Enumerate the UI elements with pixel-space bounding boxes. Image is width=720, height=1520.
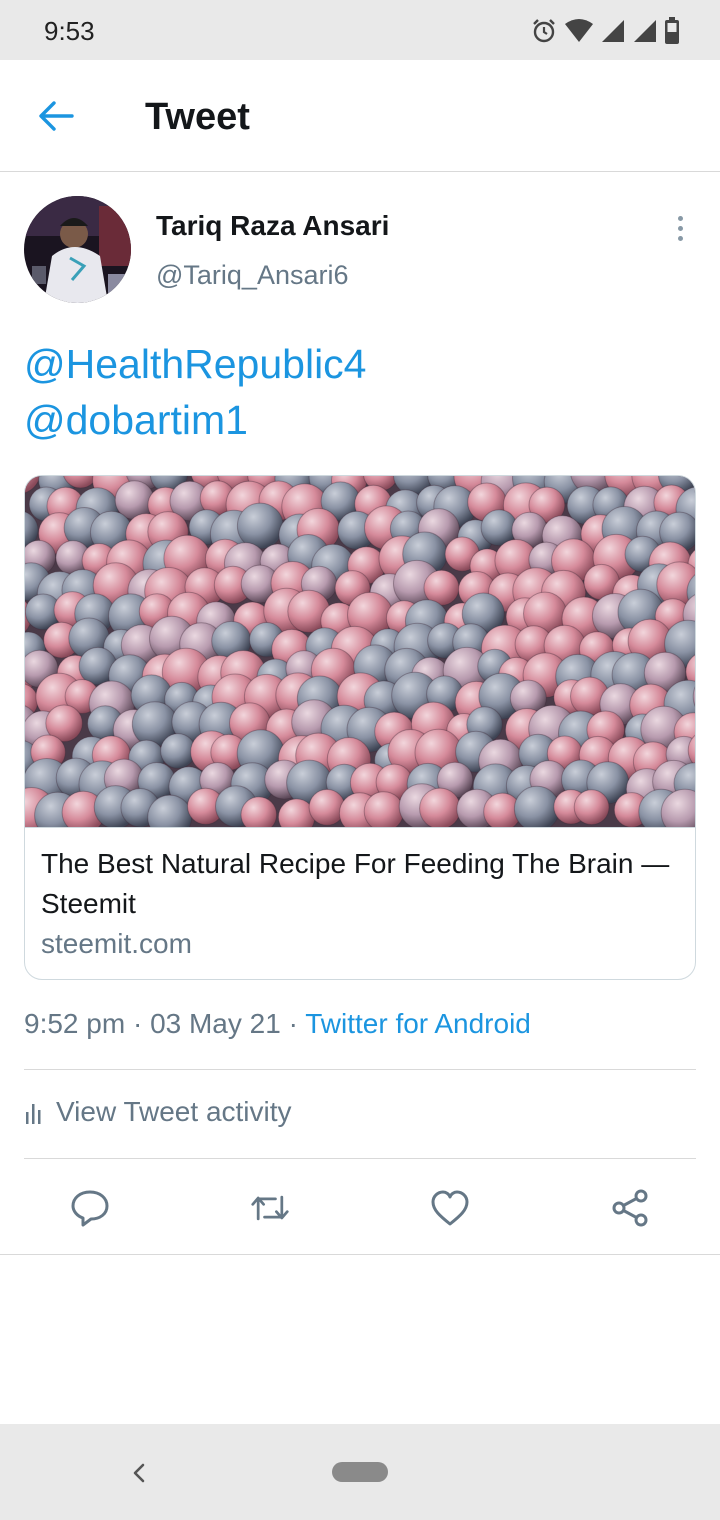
share-button[interactable] — [610, 1188, 650, 1228]
activity-label: View Tweet activity — [56, 1096, 292, 1127]
status-time: 9:53 — [44, 16, 95, 46]
app-header: Tweet — [0, 60, 720, 172]
more-vertical-icon — [677, 215, 683, 241]
card-domain: steemit.com — [41, 928, 192, 959]
mention-link[interactable]: @HealthRepublic4 — [24, 336, 366, 392]
like-button[interactable] — [430, 1188, 470, 1228]
nav-home-pill[interactable] — [332, 1462, 388, 1482]
more-options-button[interactable] — [664, 210, 696, 246]
mention-link[interactable]: @dobartim1 — [24, 392, 366, 448]
nav-back-icon[interactable] — [124, 1458, 154, 1488]
author-handle[interactable]: @Tariq_Ansari6 — [156, 260, 349, 291]
divider — [24, 1158, 696, 1159]
tweet-meta: 9:52 pm · 03 May 21 · Twitter for Androi… — [24, 1008, 531, 1039]
back-button[interactable] — [32, 92, 80, 140]
battery-icon — [665, 17, 679, 44]
tweet-time: 9:52 pm — [24, 1008, 126, 1039]
link-card[interactable]: The Best Natural Recipe For Feeding The … — [24, 475, 696, 980]
activity-icon — [26, 1104, 41, 1124]
share-icon — [612, 1189, 648, 1227]
tweet-text: @HealthRepublic4 @dobartim1 — [24, 336, 366, 448]
signal-icon — [634, 20, 656, 42]
retweet-icon — [251, 1195, 289, 1221]
tweet-date: 03 May 21 — [150, 1008, 281, 1039]
tweet-source-link[interactable]: Twitter for Android — [305, 1008, 531, 1039]
wifi-icon — [565, 19, 593, 42]
reply-button[interactable] — [70, 1188, 110, 1228]
card-title: The Best Natural Recipe For Feeding The … — [41, 848, 670, 919]
page-title: Tweet — [145, 96, 250, 138]
signal-icon — [602, 20, 624, 42]
like-icon — [431, 1190, 469, 1226]
divider — [24, 1069, 696, 1070]
status-bar: 9:53 — [0, 0, 720, 60]
retweet-button[interactable] — [250, 1188, 290, 1228]
status-icons — [530, 16, 680, 46]
action-bar — [0, 1160, 720, 1255]
card-image — [25, 476, 695, 840]
avatar[interactable] — [24, 196, 131, 303]
arrow-left-icon — [39, 101, 74, 131]
alarm-icon — [533, 19, 555, 43]
reply-icon — [71, 1190, 109, 1227]
view-activity-button[interactable]: View Tweet activity — [24, 1096, 292, 1128]
author-name[interactable]: Tariq Raza Ansari — [156, 210, 389, 242]
